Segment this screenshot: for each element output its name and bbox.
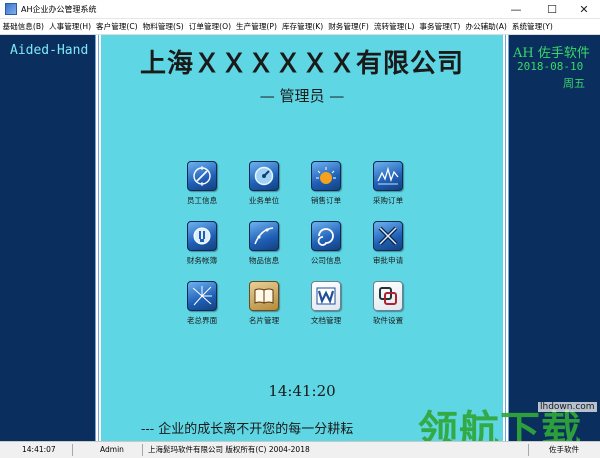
status-copyright: 上海髭玛软件有限公司 版权所有(C) 2004-2018 — [148, 445, 310, 454]
menu-hr[interactable]: 人事管理(H) — [47, 19, 94, 34]
menu-system[interactable]: 系统管理(Y) — [509, 19, 555, 34]
settings-window-icon — [373, 281, 403, 311]
right-divider — [508, 35, 509, 441]
x-logo-icon — [373, 221, 403, 251]
compass-icon — [187, 161, 217, 191]
tile-company-info[interactable]: 公司信息 — [296, 221, 356, 285]
left-divider-inner — [98, 35, 99, 441]
tile-sales-orders[interactable]: 销售订单 — [296, 161, 356, 225]
maximize-button[interactable]: ☐ — [534, 0, 570, 18]
main-panel: 上海ＸＸＸＸＸＸ有限公司 — 管理员 — 员工信息 业务单位 销售订单 采购订单… — [101, 35, 503, 441]
menu-basic-info[interactable]: 基础信息(B) — [0, 19, 47, 34]
tile-label: 名片管理 — [248, 316, 280, 325]
tile-approval[interactable]: 审批申请 — [358, 221, 418, 285]
tile-business-cards[interactable]: 名片管理 — [234, 281, 294, 345]
tile-label: 采购订单 — [372, 196, 404, 205]
curve-icon — [249, 221, 279, 251]
watermark-site: lhdown.com — [538, 402, 597, 412]
tile-documents[interactable]: 文档管理 — [296, 281, 356, 345]
tile-purchase-orders[interactable]: 采购订单 — [358, 161, 418, 225]
status-bar: 14:41:07 Admin 上海髭玛软件有限公司 版权所有(C) 2004-2… — [0, 441, 600, 458]
swirl-icon — [311, 221, 341, 251]
left-side-panel — [0, 35, 95, 441]
weekday-display: 周五 — [563, 77, 585, 90]
menu-customer[interactable]: 客户管理(C) — [94, 19, 141, 34]
tile-label: 物品信息 — [248, 256, 280, 265]
close-button[interactable]: ✕ — [566, 0, 600, 18]
menu-finance[interactable]: 财务管理(F) — [326, 19, 372, 34]
status-separator — [72, 444, 73, 456]
menu-production[interactable]: 生产管理(P) — [234, 19, 280, 34]
status-separator — [528, 444, 529, 456]
app-icon — [5, 3, 17, 15]
tile-boss-view[interactable]: 老总界面 — [172, 281, 232, 345]
tile-business-units[interactable]: 业务单位 — [234, 161, 294, 225]
tile-label: 公司信息 — [310, 256, 342, 265]
right-side-panel — [509, 35, 600, 441]
status-time: 14:41:07 — [22, 445, 56, 454]
tile-label: 文档管理 — [310, 316, 342, 325]
status-user: Admin — [100, 445, 124, 454]
left-divider — [95, 35, 96, 441]
menu-bar: 基础信息(B) 人事管理(H) 客户管理(C) 物料管理(S) 订单管理(O) … — [0, 19, 600, 35]
date-display: 2018-08-10 — [517, 60, 584, 73]
gauge-icon — [249, 161, 279, 191]
minimize-button[interactable]: — — [498, 0, 534, 18]
shatter-icon — [187, 281, 217, 311]
status-separator — [142, 444, 143, 456]
plug-icon — [187, 221, 217, 251]
tile-finance-ledger[interactable]: 财务帐簿 — [172, 221, 232, 285]
sunrise-icon — [311, 161, 341, 191]
slogan-text: --- 企业的成长离不开您的每一分耕耘 — [141, 422, 354, 437]
tile-label: 老总界面 — [186, 316, 218, 325]
tile-label: 销售订单 — [310, 196, 342, 205]
menu-office-tools[interactable]: 办公辅助(A) — [463, 19, 510, 34]
tile-label: 财务帐簿 — [186, 256, 218, 265]
company-name: 上海ＸＸＸＸＸＸ有限公司 — [139, 49, 464, 79]
tile-employee-info[interactable]: 员工信息 — [172, 161, 232, 225]
left-brand-text: Aided-Hand — [10, 43, 89, 58]
word-doc-icon — [311, 281, 341, 311]
tile-label: 软件设置 — [372, 316, 404, 325]
tile-label: 审批申请 — [372, 256, 404, 265]
right-divider-inner — [505, 35, 506, 441]
user-role: — 管理员 — — [259, 87, 345, 105]
window-title: AH企业办公管理系统 — [21, 4, 97, 14]
menu-order[interactable]: 订单管理(O) — [186, 19, 233, 34]
menu-material[interactable]: 物料管理(S) — [140, 19, 186, 34]
menu-inventory[interactable]: 库存管理(K) — [279, 19, 325, 34]
tile-software-settings[interactable]: 软件设置 — [358, 281, 418, 345]
tile-label: 员工信息 — [186, 196, 218, 205]
status-brand: 佐手软件 — [549, 445, 579, 454]
menu-affairs[interactable]: 事务管理(T) — [417, 19, 463, 34]
title-bar: AH企业办公管理系统 — ☐ ✕ — [0, 0, 600, 19]
book-icon — [249, 281, 279, 311]
right-brand-text: AH 佐手软件 — [513, 46, 590, 61]
tile-label: 业务单位 — [248, 196, 280, 205]
chart-icon — [373, 161, 403, 191]
tile-item-info[interactable]: 物品信息 — [234, 221, 294, 285]
menu-workflow[interactable]: 流转管理(L) — [371, 19, 417, 34]
